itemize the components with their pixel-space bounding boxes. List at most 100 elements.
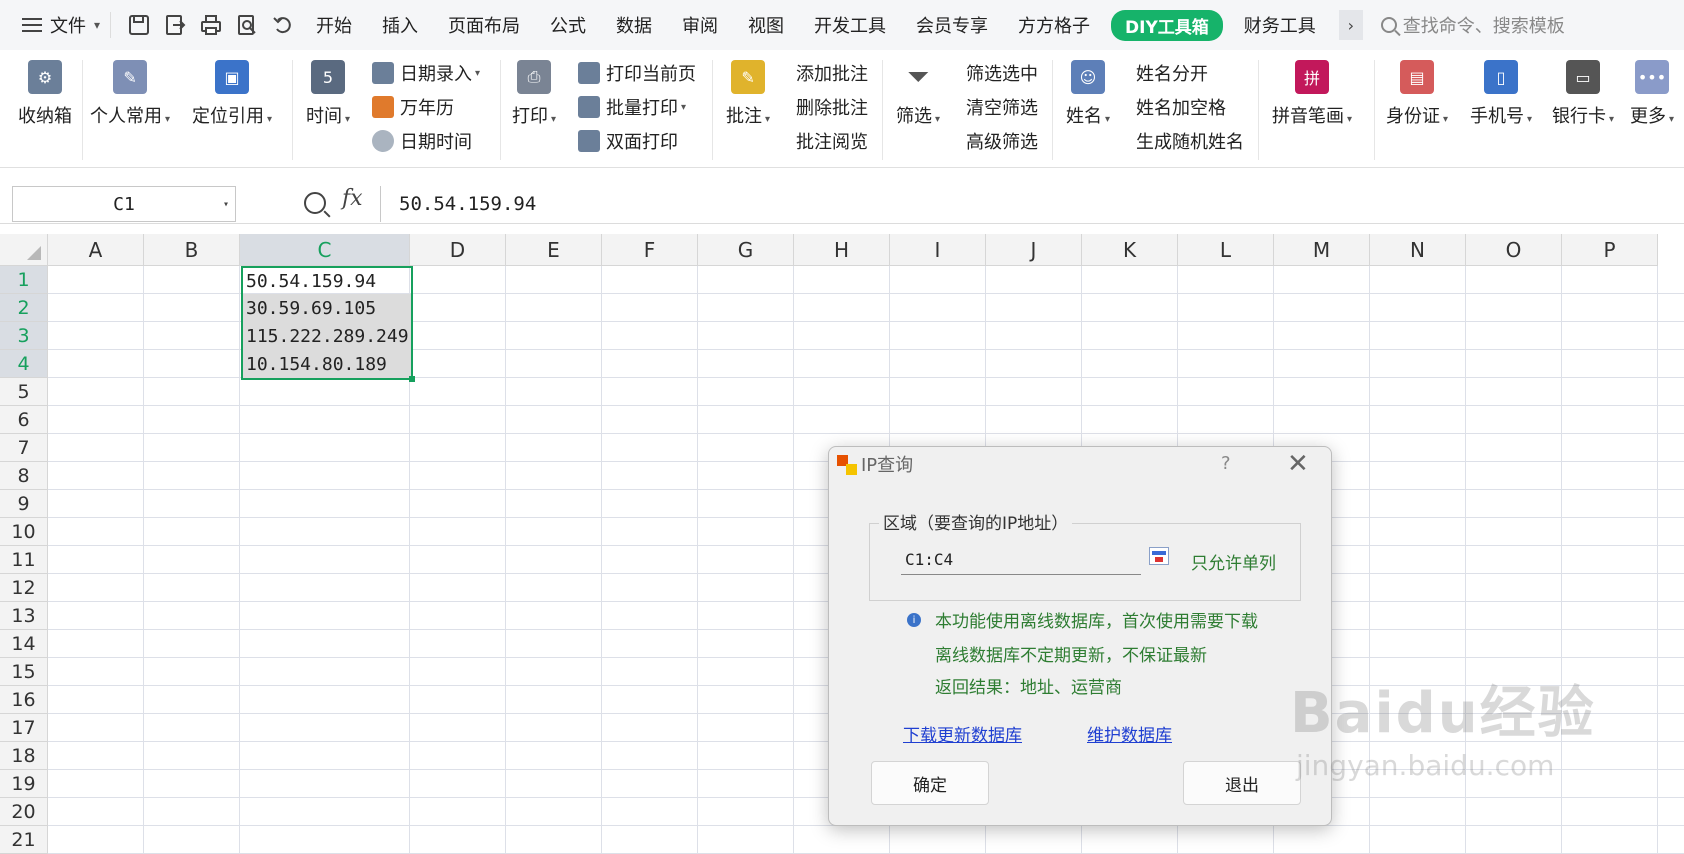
row-header-5[interactable]: 5 — [0, 378, 48, 406]
toolbox-label: 收纳箱 — [18, 106, 72, 127]
tab-diy-toolbox[interactable]: DIY工具箱 — [1111, 9, 1223, 41]
ok-button[interactable]: 确定 — [871, 761, 989, 805]
zoom-icon[interactable] — [304, 192, 326, 214]
tab-review[interactable]: 审阅 — [667, 12, 733, 38]
column-header-j[interactable]: J — [986, 234, 1082, 266]
export-icon[interactable] — [162, 12, 188, 38]
print-current-button[interactable]: 打印当前页 — [578, 60, 696, 86]
row-header-3[interactable]: 3 — [0, 322, 48, 350]
maintain-db-link[interactable]: 维护数据库 — [1087, 721, 1172, 746]
column-header-e[interactable]: E — [506, 234, 602, 266]
row-header-7[interactable]: 7 — [0, 434, 48, 462]
view-comment-button[interactable]: 批注阅览 — [796, 128, 868, 154]
toolbox-button[interactable]: ⚙ 收纳箱 — [18, 60, 72, 128]
row-header-8[interactable]: 8 — [0, 462, 48, 490]
file-menu[interactable]: 文件 ▾ — [0, 12, 100, 38]
filter-selected-button[interactable]: 筛选选中 — [966, 60, 1038, 86]
row-header-1[interactable]: 1 — [0, 266, 48, 294]
exit-button[interactable]: 退出 — [1183, 761, 1301, 805]
print-preview-icon[interactable] — [234, 12, 260, 38]
row-header-15[interactable]: 15 — [0, 658, 48, 686]
tab-developer[interactable]: 开发工具 — [799, 12, 901, 38]
clear-filter-button[interactable]: 清空筛选 — [966, 94, 1038, 120]
split-name-button[interactable]: 姓名分开 — [1136, 60, 1208, 86]
phone-button[interactable]: ▯ 手机号 ▾ — [1470, 60, 1532, 128]
tab-ffcell[interactable]: 方方格子 — [1003, 12, 1105, 38]
row-header-20[interactable]: 20 — [0, 798, 48, 826]
date-time-button[interactable]: 日期时间 — [372, 128, 472, 154]
column-header-c[interactable]: C — [240, 234, 410, 266]
row-header-16[interactable]: 16 — [0, 686, 48, 714]
name-button[interactable]: ☺ 姓名 ▾ — [1066, 60, 1110, 128]
filter-button[interactable]: ⏷ 筛选 ▾ — [896, 60, 940, 128]
personal-button[interactable]: ✎ 个人常用 ▾ — [90, 60, 170, 128]
row-header-21[interactable]: 21 — [0, 826, 48, 854]
column-header-o[interactable]: O — [1466, 234, 1562, 266]
row-header-12[interactable]: 12 — [0, 574, 48, 602]
bank-card-button[interactable]: ▭ 银行卡 ▾ — [1552, 60, 1614, 128]
select-all-corner[interactable] — [0, 234, 48, 266]
column-header-f[interactable]: F — [602, 234, 698, 266]
tab-insert[interactable]: 插入 — [367, 12, 433, 38]
comment-button[interactable]: ✎ 批注 ▾ — [726, 60, 770, 128]
row-header-13[interactable]: 13 — [0, 602, 48, 630]
range-picker-icon[interactable] — [1149, 547, 1169, 565]
row-header-11[interactable]: 11 — [0, 546, 48, 574]
print-icon[interactable] — [198, 12, 224, 38]
column-header-m[interactable]: M — [1274, 234, 1370, 266]
close-icon[interactable]: ✕ — [1287, 449, 1309, 479]
column-header-a[interactable]: A — [48, 234, 144, 266]
column-header-n[interactable]: N — [1370, 234, 1466, 266]
id-card-button[interactable]: ▤ 身份证 ▾ — [1386, 60, 1448, 128]
range-input[interactable]: C1:C4 — [901, 545, 1141, 575]
row-header-9[interactable]: 9 — [0, 490, 48, 518]
column-header-k[interactable]: K — [1082, 234, 1178, 266]
fx-icon[interactable]: fx — [342, 186, 363, 211]
column-header-l[interactable]: L — [1178, 234, 1274, 266]
undo-icon[interactable] — [270, 12, 296, 38]
row-header-6[interactable]: 6 — [0, 406, 48, 434]
row-header-10[interactable]: 10 — [0, 518, 48, 546]
date-entry-button[interactable]: 日期录入 ▾ — [372, 60, 480, 86]
row-header-18[interactable]: 18 — [0, 742, 48, 770]
download-db-link[interactable]: 下载更新数据库 — [903, 721, 1022, 746]
tab-home[interactable]: 开始 — [301, 12, 367, 38]
calendar-button[interactable]: 万年历 — [372, 94, 454, 120]
pinyin-button[interactable]: 拼 拼音笔画 ▾ — [1272, 60, 1352, 128]
column-header-b[interactable]: B — [144, 234, 240, 266]
command-search[interactable]: 查找命令、搜索模板 — [1380, 12, 1565, 38]
save-icon[interactable] — [126, 12, 152, 38]
batch-print-button[interactable]: 批量打印 ▾ — [578, 94, 686, 120]
row-header-14[interactable]: 14 — [0, 630, 48, 658]
row-header-2[interactable]: 2 — [0, 294, 48, 322]
delete-comment-button[interactable]: 删除批注 — [796, 94, 868, 120]
tab-finance-tools[interactable]: 财务工具 — [1229, 12, 1331, 38]
row-header-19[interactable]: 19 — [0, 770, 48, 798]
locate-ref-button[interactable]: ▣ 定位引用 ▾ — [192, 60, 272, 128]
advanced-filter-button[interactable]: 高级筛选 — [966, 128, 1038, 154]
random-name-button[interactable]: 生成随机姓名 — [1136, 128, 1244, 154]
column-header-g[interactable]: G — [698, 234, 794, 266]
more-tabs-button[interactable]: › — [1338, 10, 1363, 40]
tab-formulas[interactable]: 公式 — [535, 12, 601, 38]
more-button[interactable]: ••• 更多 ▾ — [1630, 60, 1674, 128]
time-button[interactable]: 5 时间 ▾ — [306, 60, 350, 128]
formula-input[interactable]: 50.54.159.94 — [380, 186, 1684, 222]
column-header-d[interactable]: D — [410, 234, 506, 266]
name-box[interactable]: C1 ▾ — [12, 186, 236, 222]
tab-data[interactable]: 数据 — [601, 12, 667, 38]
name-space-button[interactable]: 姓名加空格 — [1136, 94, 1226, 120]
row-header-4[interactable]: 4 — [0, 350, 48, 378]
duplex-print-button[interactable]: 双面打印 — [578, 128, 678, 154]
tab-page-layout[interactable]: 页面布局 — [433, 12, 535, 38]
print-button[interactable]: ⎙ 打印 ▾ — [512, 60, 556, 128]
tab-member[interactable]: 会员专享 — [901, 12, 1003, 38]
column-header-p[interactable]: P — [1562, 234, 1658, 266]
column-header-h[interactable]: H — [794, 234, 890, 266]
add-comment-button[interactable]: 添加批注 — [796, 60, 868, 86]
duplex-print-label: 双面打印 — [606, 132, 678, 153]
row-header-17[interactable]: 17 — [0, 714, 48, 742]
column-header-i[interactable]: I — [890, 234, 986, 266]
help-icon[interactable]: ? — [1221, 453, 1231, 474]
tab-view[interactable]: 视图 — [733, 12, 799, 38]
